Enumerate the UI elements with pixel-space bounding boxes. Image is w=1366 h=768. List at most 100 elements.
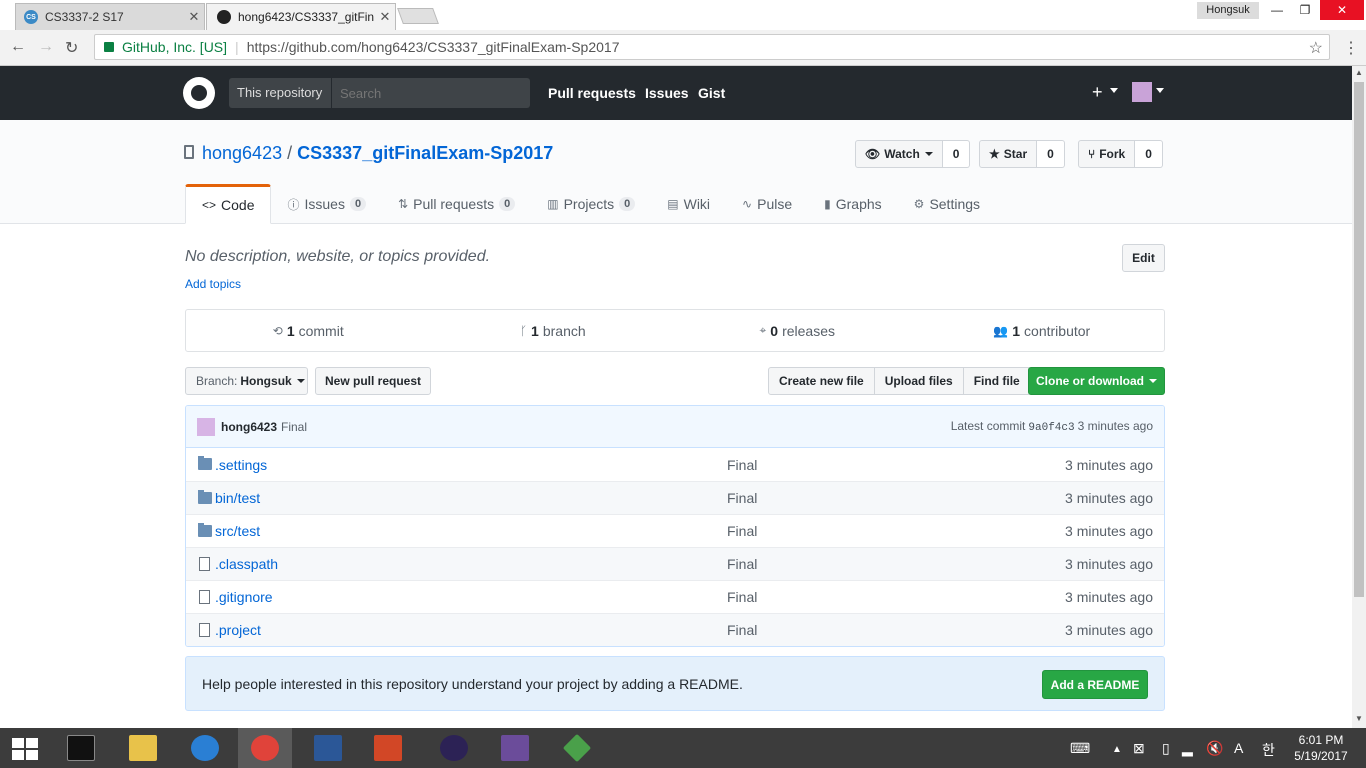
releases-link[interactable]: ⌖ 0 releases bbox=[675, 310, 920, 351]
nav-gist[interactable]: Gist bbox=[698, 85, 725, 101]
tab-code[interactable]: <> Code bbox=[185, 184, 272, 224]
nav-issues[interactable]: Issues bbox=[645, 85, 689, 101]
scroll-down-icon[interactable]: ▼ bbox=[1352, 712, 1366, 726]
clock[interactable]: 6:01 PM 5/19/2017 bbox=[1290, 732, 1352, 764]
network-icon[interactable]: ⊠ bbox=[1133, 740, 1145, 757]
scrollbar-thumb[interactable] bbox=[1354, 82, 1364, 597]
repo-name-link[interactable]: CS3337_gitFinalExam-Sp2017 bbox=[297, 143, 553, 163]
ime-icon[interactable]: A bbox=[1234, 740, 1243, 756]
close-tab-icon[interactable]: ✕ bbox=[184, 9, 204, 25]
commit-message[interactable]: Final bbox=[281, 420, 307, 434]
github-logo-icon[interactable] bbox=[183, 77, 215, 109]
issues-counter: 0 bbox=[349, 197, 367, 211]
chevron-down-icon[interactable] bbox=[1110, 88, 1118, 93]
volume-icon[interactable]: 🔇 bbox=[1206, 740, 1223, 757]
chrome-menu-icon[interactable]: ⋮ bbox=[1343, 38, 1359, 58]
star-count[interactable]: 0 bbox=[1037, 140, 1065, 168]
address-bar[interactable]: GitHub, Inc. [US] | https://github.com/h… bbox=[94, 34, 1330, 60]
powerpoint-taskbar-icon[interactable] bbox=[360, 728, 416, 768]
edit-button[interactable]: Edit bbox=[1122, 244, 1165, 272]
repo-owner-link[interactable]: hong6423 bbox=[202, 143, 282, 163]
star-button[interactable]: ★ Star bbox=[979, 140, 1038, 168]
folder-icon bbox=[198, 523, 212, 537]
restore-icon[interactable]: ❐ bbox=[1290, 0, 1320, 20]
tab-pulse[interactable]: ∿ Pulse bbox=[726, 184, 808, 224]
file-name[interactable]: .settings bbox=[215, 457, 267, 473]
file-name[interactable]: src/test bbox=[215, 523, 260, 539]
branches-link[interactable]: ᚴ 1 branch bbox=[431, 310, 676, 351]
minimize-icon[interactable]: — bbox=[1262, 0, 1292, 20]
releases-count: 0 bbox=[770, 322, 779, 339]
upload-files-button[interactable]: Upload files bbox=[873, 367, 964, 395]
keyboard-icon[interactable]: ⌨ bbox=[1070, 740, 1090, 757]
reload-icon[interactable]: ↻ bbox=[65, 38, 78, 58]
watch-button[interactable]: 👁 Watch bbox=[855, 140, 943, 168]
file-name[interactable]: .project bbox=[215, 622, 261, 638]
chrome-taskbar-icon[interactable] bbox=[238, 728, 292, 768]
repo-title: hong6423 / CS3337_gitFinalExam-Sp2017 bbox=[202, 143, 553, 164]
file-name[interactable]: .classpath bbox=[215, 556, 278, 572]
file-commit-message[interactable]: Final bbox=[727, 556, 757, 572]
browser-tab-cs3337[interactable]: CS CS3337-2 S17 ✕ bbox=[15, 3, 205, 30]
branch-select[interactable]: Branch: Hongsuk bbox=[185, 367, 308, 395]
forward-arrow-icon[interactable]: → bbox=[38, 38, 54, 56]
tab-label: Pull requests bbox=[413, 196, 495, 212]
tab-projects[interactable]: ▥ Projects 0 bbox=[531, 184, 651, 224]
file-commit-message[interactable]: Final bbox=[727, 457, 757, 473]
ie-taskbar-icon[interactable] bbox=[180, 728, 230, 768]
bookmark-star-icon[interactable]: ☆ bbox=[1309, 38, 1323, 58]
close-tab-icon[interactable]: ✕ bbox=[375, 9, 395, 25]
tab-pull-requests[interactable]: ⇅ Pull requests 0 bbox=[382, 184, 531, 224]
cmd-taskbar-icon[interactable] bbox=[58, 728, 104, 768]
file-commit-message[interactable]: Final bbox=[727, 622, 757, 638]
clock-time: 6:01 PM bbox=[1298, 733, 1344, 747]
new-tab-button[interactable] bbox=[397, 8, 439, 24]
tray-expand-icon[interactable]: ▲ bbox=[1112, 744, 1122, 755]
contributors-link[interactable]: 👥 1 contributor bbox=[920, 310, 1165, 351]
tab-settings[interactable]: ⚙ Settings bbox=[898, 184, 996, 224]
avatar[interactable] bbox=[1132, 82, 1152, 102]
word-taskbar-icon[interactable] bbox=[300, 728, 356, 768]
table-row: .gitignore Final 3 minutes ago bbox=[186, 580, 1164, 613]
back-arrow-icon[interactable]: ← bbox=[10, 38, 26, 56]
url-text[interactable]: https://github.com/hong6423/CS3337_gitFi… bbox=[247, 39, 620, 55]
create-new-icon[interactable]: + bbox=[1092, 82, 1103, 103]
tab-issues[interactable]: ⓘ Issues 0 bbox=[271, 184, 382, 224]
create-new-file-button[interactable]: Create new file bbox=[768, 367, 875, 395]
signal-icon[interactable]: ▂ bbox=[1182, 740, 1193, 757]
add-topics-link[interactable]: Add topics bbox=[185, 277, 241, 291]
eclipse-taskbar-icon[interactable] bbox=[424, 728, 484, 768]
add-readme-button[interactable]: Add a README bbox=[1042, 670, 1148, 699]
commits-link[interactable]: ⟲ 1 commit bbox=[186, 310, 431, 351]
window-close-icon[interactable]: ✕ bbox=[1320, 0, 1364, 20]
fork-count[interactable]: 0 bbox=[1135, 140, 1163, 168]
browser-tab-github[interactable]: hong6423/CS3337_gitFin ✕ bbox=[206, 3, 396, 30]
watch-count[interactable]: 0 bbox=[942, 140, 971, 168]
git-taskbar-icon[interactable] bbox=[548, 728, 606, 768]
clone-or-download-button[interactable]: Clone or download bbox=[1028, 367, 1165, 395]
file-name[interactable]: bin/test bbox=[215, 490, 260, 506]
file-explorer-taskbar-icon[interactable] bbox=[118, 728, 168, 768]
commit-author[interactable]: hong6423 bbox=[221, 420, 277, 434]
tab-graphs[interactable]: ▮ Graphs bbox=[808, 184, 898, 224]
battery-icon[interactable]: ▯ bbox=[1162, 740, 1170, 757]
profile-name[interactable]: Hongsuk bbox=[1197, 2, 1259, 19]
file-commit-message[interactable]: Final bbox=[727, 490, 757, 506]
new-pull-request-button[interactable]: New pull request bbox=[315, 367, 431, 395]
language-icon[interactable]: 한 bbox=[1262, 740, 1275, 760]
nav-pull-requests[interactable]: Pull requests bbox=[548, 85, 636, 101]
scroll-up-icon[interactable]: ▲ bbox=[1352, 66, 1366, 80]
commit-sha[interactable]: 9a0f4c3 bbox=[1028, 422, 1074, 434]
chevron-down-icon[interactable] bbox=[1156, 88, 1164, 93]
repo-description: No description, website, or topics provi… bbox=[185, 248, 491, 265]
find-file-button[interactable]: Find file bbox=[962, 367, 1031, 395]
repo-icon bbox=[184, 145, 194, 159]
fork-button[interactable]: ⑂ Fork bbox=[1078, 140, 1136, 168]
file-name[interactable]: .gitignore bbox=[215, 589, 273, 605]
file-commit-message[interactable]: Final bbox=[727, 589, 757, 605]
windows-start-icon[interactable] bbox=[12, 738, 38, 760]
tab-wiki[interactable]: ▤ Wiki bbox=[651, 184, 726, 224]
file-commit-message[interactable]: Final bbox=[727, 523, 757, 539]
search-input[interactable] bbox=[331, 78, 530, 108]
recorder-taskbar-icon[interactable] bbox=[487, 728, 543, 768]
